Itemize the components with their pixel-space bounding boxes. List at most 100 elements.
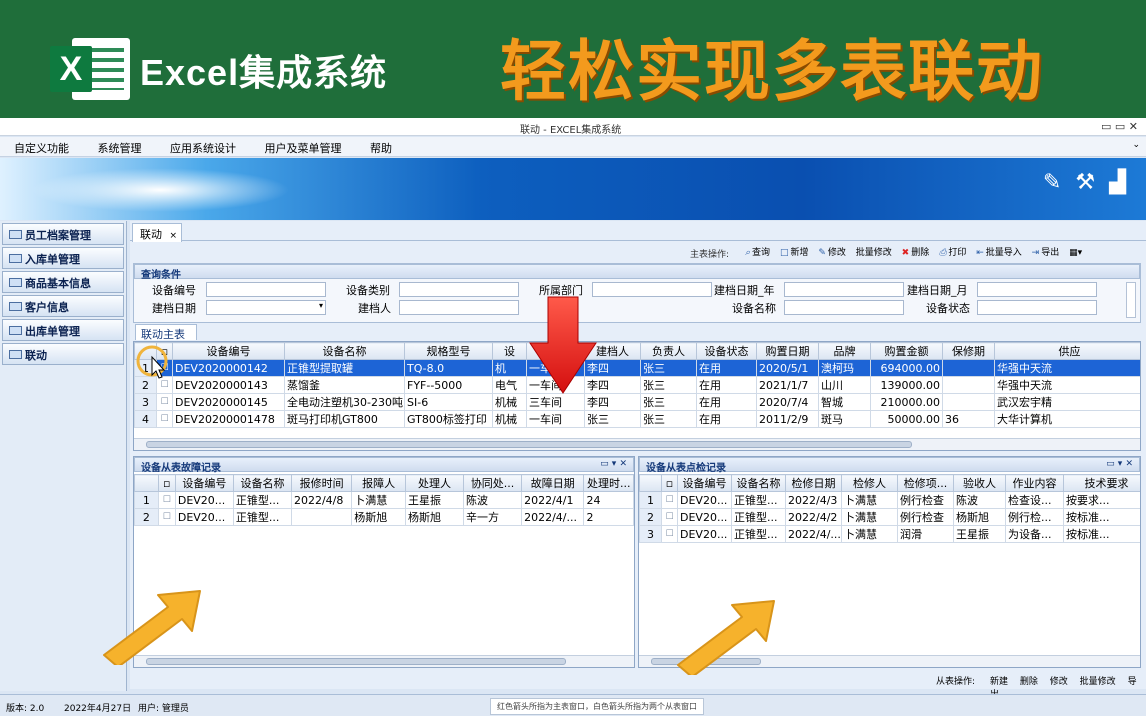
close-icon[interactable]: × (170, 231, 178, 241)
new-icon: □ (779, 248, 789, 258)
label-device-no: 设备编号 (152, 284, 196, 297)
print-button[interactable]: ⎙ 打印 (939, 248, 966, 258)
menu-item-custom[interactable]: 自定义功能 (0, 137, 80, 156)
col-header: 购置日期 (756, 342, 819, 360)
new-button[interactable]: □ 新增 (780, 248, 809, 258)
label-create-date: 建档日期 (152, 302, 196, 315)
label-device-status: 设备状态 (926, 302, 970, 315)
search-icon: ⌕ (745, 248, 751, 258)
toolbar-label: 主表操作: (690, 250, 730, 260)
excel-logo-icon: X (50, 34, 130, 104)
device-no-input[interactable] (206, 282, 326, 297)
import-button[interactable]: ⇤ 批量导入 (976, 248, 1022, 258)
table-row[interactable]: 1 ☐ DEV20... 正锥型... 2022/4/8 卜满慧 王星振 陈波 2022/4/1… (134, 491, 634, 509)
table-row[interactable]: 3 ☐ DEV2020000145 全电动注塑机30-230吨 SI-6 机械 三车间 李四… (134, 393, 1140, 411)
list-icon (9, 350, 22, 359)
chart-graphic-icon: ▟ (1109, 170, 1126, 195)
menu-item-help[interactable]: 帮助 (356, 137, 403, 156)
table-row[interactable]: 1 ☐ DEV2020000142 正锥型提取罐 TQ-8.0 机一车间 李四 张三 在用 20… (134, 359, 1140, 377)
edit-icon: ✎ (818, 248, 826, 258)
query-scrollbar[interactable] (1126, 282, 1136, 318)
delete-button[interactable]: ✖ 删除 (902, 248, 930, 258)
sidebar-item-linkage[interactable]: 联动 (2, 343, 124, 365)
col-header: 品牌 (818, 342, 871, 360)
fault-table-panel: 设备从表故障记录 ▭ ▾ ✕ ▫ 设备编号 设备名称 报修时间 报障人 处理人 协同处...… (133, 456, 635, 668)
creator-input[interactable] (399, 300, 519, 315)
row-number: 4 (134, 410, 157, 428)
banner-slogan: 轻松实现多表联动 (500, 34, 1044, 108)
col-header: 设备名称 (284, 342, 405, 360)
fault-table-hscroll[interactable] (134, 655, 634, 667)
sidebar-item-stock-in[interactable]: 入库单管理 (2, 247, 124, 269)
label-device-type: 设备类别 (346, 284, 390, 297)
import-icon: ⇤ (976, 248, 984, 258)
main-toolbar: 主表操作: ⌕ 查询 □ 新增 ✎ 修改 批量修改 ✖ 删除 ⎙ 打印 ⇤ 批量导入 ⇥ 导出… (130, 242, 1146, 262)
sidebar-item-stock-out[interactable]: 出库单管理 (2, 319, 124, 341)
batch-edit-button[interactable]: 批量修改 (856, 248, 892, 258)
sub-batch-edit-button[interactable]: 批量修改 (1080, 677, 1116, 687)
table-row[interactable]: 2 ☐ DEV20... 正锥型... 杨斯旭 杨斯旭 辛一方 2022/4/... 2 (134, 508, 634, 526)
panel-controls[interactable]: ▭ ▾ ✕ (1106, 459, 1133, 469)
label-creator: 建档人 (358, 302, 391, 315)
inspect-table-header: ▫ 设备编号 设备名称 检修日期 检修人 检修项... 验收人 作业内容 技术要求 (639, 474, 1140, 492)
menu-bar: 自定义功能 系统管理 应用系统设计 用户及菜单管理 帮助 ⌄ (0, 137, 1146, 157)
main-table-hscroll[interactable] (134, 438, 1140, 450)
menu-item-system[interactable]: 系统管理 (84, 137, 153, 156)
sub-toolbar-label: 从表操作: (936, 677, 976, 687)
export-button[interactable]: ⇥ 导出 (1032, 248, 1060, 258)
device-name-input[interactable] (784, 300, 904, 315)
sub-delete-button[interactable]: 删除 (1020, 677, 1038, 687)
yellow-arrow-annotation (103, 590, 201, 665)
edit-button[interactable]: ✎ 修改 (818, 248, 846, 258)
chevron-down-icon: ▾ (318, 301, 323, 310)
label-create-year: 建档日期_年 (714, 284, 775, 297)
inspect-table-title: 设备从表点检记录 ▭ ▾ ✕ (639, 457, 1140, 474)
status-bar: 版本: 2.0 2022年4月27日 用户: 管理员 红色箭头所指为主表窗口，白… (0, 694, 1146, 716)
sidebar-item-customers[interactable]: 客户信息 (2, 295, 124, 317)
col-header: 负责人 (640, 342, 697, 360)
sidebar-item-products[interactable]: 商品基本信息 (2, 271, 124, 293)
device-type-input[interactable] (399, 282, 519, 297)
table-row[interactable]: 4 ☐ DEV20200001478 斑马打印机GT800 GT800标签打印 机械 一车… (134, 410, 1140, 428)
status-hint: 红色箭头所指为主表窗口，白色箭头所指为两个从表窗口 (490, 698, 704, 715)
dept-input[interactable] (592, 282, 712, 297)
sidebar-item-employees[interactable]: 员工档案管理 (2, 223, 124, 245)
label-device-name: 设备名称 (732, 302, 776, 315)
delete-icon: ✖ (901, 248, 910, 258)
main-table-tab[interactable]: 联动主表 (135, 324, 197, 341)
status-date: 2022年4月27日 (64, 704, 132, 714)
col-header: 规格型号 (404, 342, 493, 360)
table-row[interactable]: 3 ☐ DEV20... 正锥型... 2022/4/... 卜满慧 润滑 王星振 为设备...… (639, 525, 1140, 543)
create-month-input[interactable] (977, 282, 1097, 297)
window-controls[interactable]: ▭ ▭ ✕ (1101, 120, 1138, 133)
cursor-highlight (136, 345, 168, 379)
menu-item-users[interactable]: 用户及菜单管理 (251, 137, 353, 156)
tab-linkage[interactable]: 联动 × (132, 223, 182, 242)
sub-new-button[interactable]: 新建 (990, 677, 1008, 687)
chevron-down-icon[interactable]: ⌄ (1132, 140, 1140, 150)
list-icon (9, 278, 22, 287)
row-checkbox[interactable]: ☐ (156, 393, 173, 411)
panel-controls[interactable]: ▭ ▾ ✕ (600, 459, 627, 469)
export-icon: ⇥ (1031, 248, 1040, 258)
query-panel: 查询条件 设备编号 设备类别 所属部门 建档日期_年 建档日期_月 建档日期 ▾… (133, 263, 1141, 323)
query-title: 查询条件 (134, 264, 1140, 281)
table-row[interactable]: 1 ☐ DEV20... 正锥型... 2022/4/3 卜满慧 例行检查 陈波 检查设... 按… (639, 491, 1140, 509)
col-header: 设备状态 (696, 342, 757, 360)
main-table-header: ▫ 设备编号 设备名称 规格型号 设 部门 建档人 负责人 设备状态 购置日期 … (134, 342, 1140, 360)
sub-edit-button[interactable]: 修改 (1050, 677, 1068, 687)
create-year-input[interactable] (784, 282, 904, 297)
grid-menu-icon[interactable]: ▦▾ (1069, 248, 1082, 258)
yellow-arrow-annotation (677, 600, 775, 675)
col-header: 保修期 (942, 342, 995, 360)
create-date-picker[interactable]: ▾ (206, 300, 326, 315)
list-icon (9, 302, 22, 311)
table-row[interactable]: 2 ☐ DEV2020000143 蒸馏釜 FYF--5000 电气 一车间 李四 张三 在用 2… (134, 376, 1140, 394)
device-status-input[interactable] (977, 300, 1097, 315)
list-icon (9, 326, 22, 335)
col-header: 设备编号 (172, 342, 285, 360)
menu-item-app-design[interactable]: 应用系统设计 (156, 137, 247, 156)
table-row[interactable]: 2 ☐ DEV20... 正锥型... 2022/4/2 卜满慧 例行检查 杨斯旭 例行检...… (639, 508, 1140, 526)
search-button[interactable]: ⌕ 查询 (745, 248, 770, 258)
row-checkbox[interactable]: ☐ (156, 410, 173, 428)
